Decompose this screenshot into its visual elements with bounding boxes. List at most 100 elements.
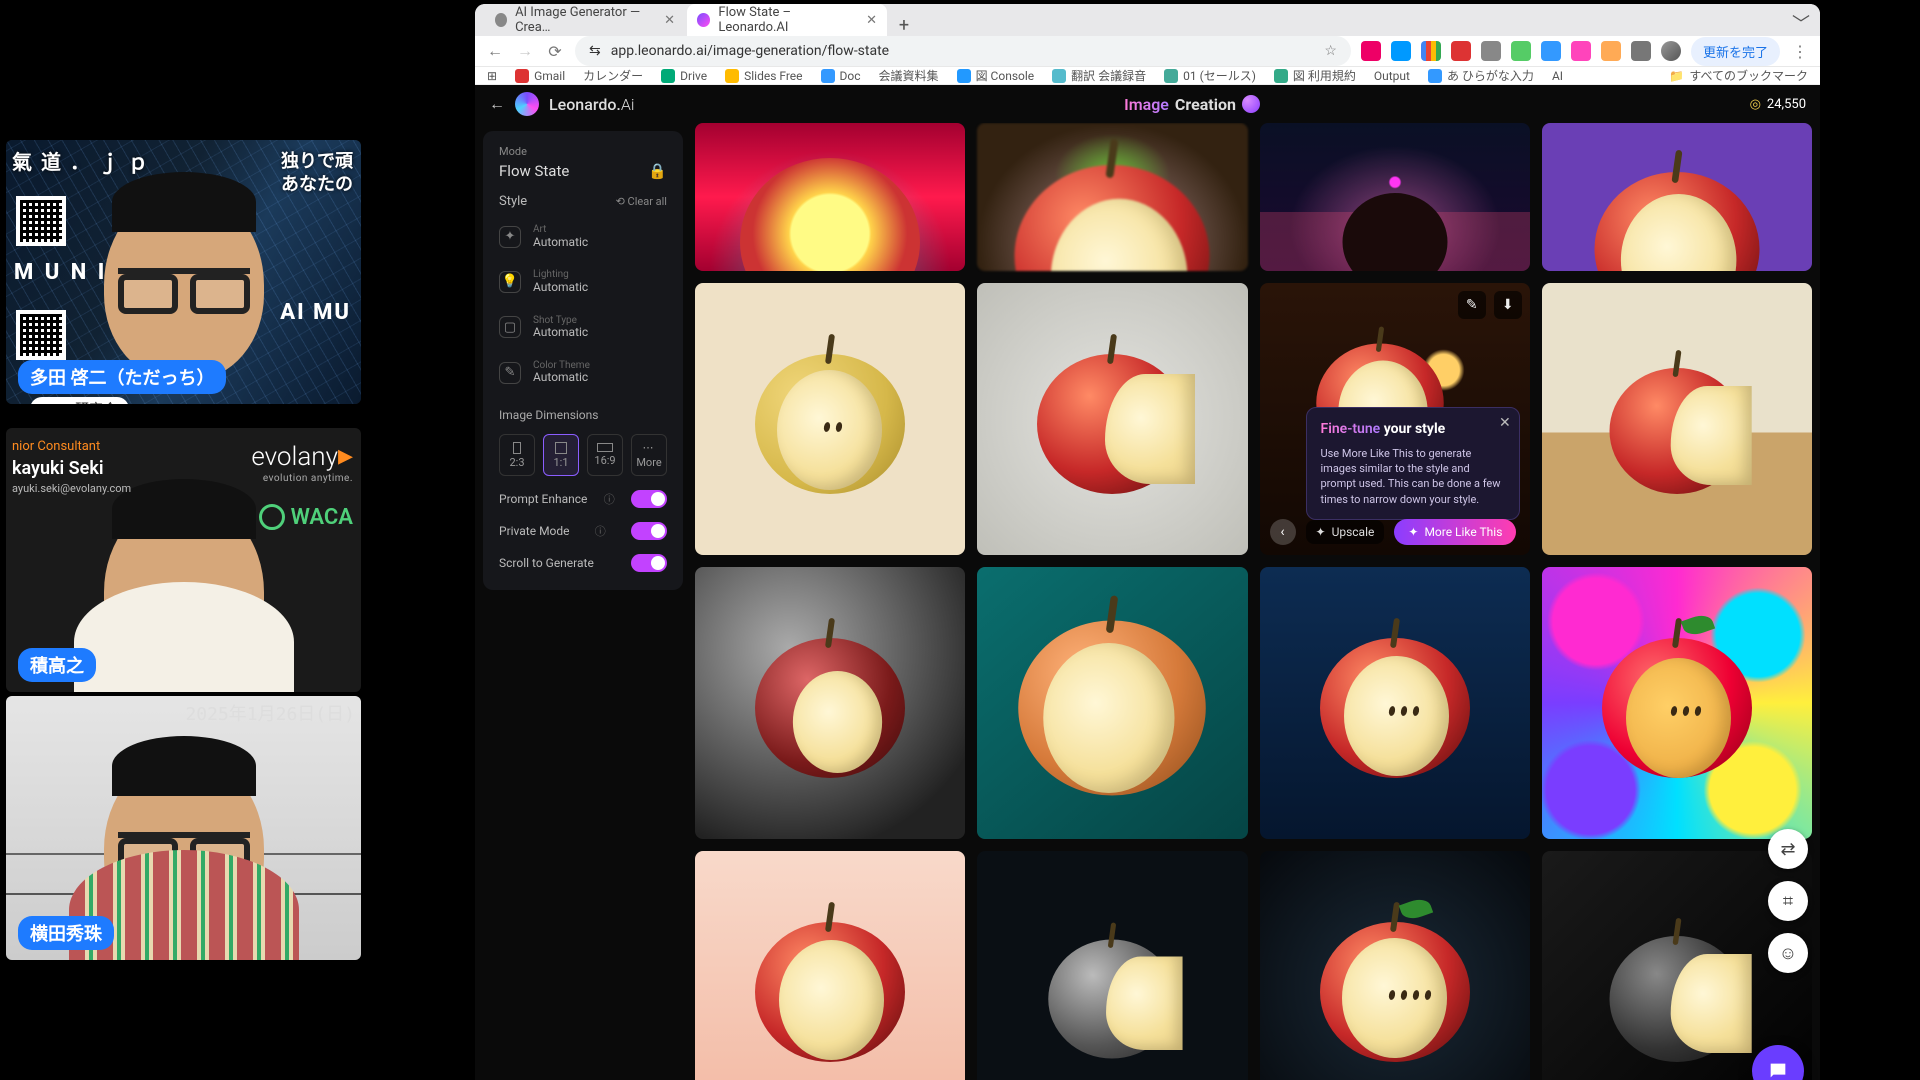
dim-16-9[interactable]: 16:9 bbox=[587, 434, 623, 476]
webcam-column: 氣 道 ． ｊ ｐ M U N I 独りで頑 あなたの AI MU 多田 啓二（… bbox=[6, 140, 361, 960]
extension-icon[interactable] bbox=[1421, 41, 1441, 61]
extension-icon[interactable] bbox=[1571, 41, 1591, 61]
bookmark-item[interactable]: 01 (セールス) bbox=[1164, 67, 1256, 84]
bookmarks-bar: ⊞ Gmail カレンダー Drive Slides Free Doc 会議資料… bbox=[475, 67, 1820, 85]
gallery-image[interactable] bbox=[1260, 567, 1530, 839]
extension-icon[interactable] bbox=[1541, 41, 1561, 61]
sidebar-mode-label: Mode bbox=[499, 145, 667, 158]
edit-image-button[interactable]: ✎ bbox=[1458, 291, 1486, 319]
cam2-name: 積高之 bbox=[18, 648, 96, 682]
address-bar: ← → ⟳ ⇆ app.leonardo.ai/image-generation… bbox=[475, 36, 1820, 67]
browser-tab-active[interactable]: Flow State – Leonardo.AI ✕ bbox=[687, 4, 887, 36]
sidebar-mode[interactable]: Flow State 🔒 bbox=[499, 162, 667, 180]
gallery-image[interactable] bbox=[1260, 851, 1530, 1080]
gallery-image[interactable] bbox=[695, 283, 965, 555]
extension-icon[interactable] bbox=[1631, 41, 1651, 61]
browser-tab[interactable]: AI Image Generator — Crea… ✕ bbox=[485, 4, 685, 36]
cam1-muni: M U N I bbox=[14, 260, 107, 285]
gallery-image[interactable] bbox=[977, 123, 1247, 271]
cam2-identity: nior Consultant kayuki Seki ayuki.seki@e… bbox=[12, 438, 131, 497]
close-tab-icon[interactable]: ✕ bbox=[866, 13, 877, 28]
upscale-button[interactable]: ✦ Upscale bbox=[1306, 520, 1385, 544]
help-fab[interactable]: ☺ bbox=[1768, 933, 1808, 973]
download-image-button[interactable]: ⬇ bbox=[1494, 291, 1522, 319]
cam2-brand: evolany▸ evolution anytime. WACA bbox=[251, 438, 353, 530]
lock-icon: ⇆ bbox=[589, 43, 601, 59]
gallery-image[interactable] bbox=[977, 567, 1247, 839]
new-tab-button[interactable]: + bbox=[889, 15, 919, 36]
grid-fab[interactable]: ⌗ bbox=[1768, 881, 1808, 921]
extension-icon[interactable] bbox=[1481, 41, 1501, 61]
bookmark-star-icon[interactable]: ☆ bbox=[1324, 43, 1337, 59]
header-mode[interactable]: Image Creation bbox=[644, 95, 1739, 114]
url-input[interactable]: ⇆ app.leonardo.ai/image-generation/flow-… bbox=[575, 36, 1351, 66]
extension-icon[interactable] bbox=[1451, 41, 1471, 61]
apps-icon[interactable]: ⊞ bbox=[487, 69, 497, 83]
toggle-scroll-generate[interactable]: Scroll to Generate bbox=[499, 550, 667, 572]
sparkle-icon: ✦ bbox=[1408, 525, 1418, 539]
more-like-this-button[interactable]: ✦ More Like This bbox=[1394, 519, 1516, 545]
bookmark-item[interactable]: 図 利用規約 bbox=[1274, 67, 1356, 84]
style-tooltip: ✕ Fine-tune your style Use More Like Thi… bbox=[1306, 407, 1520, 520]
close-popover-icon[interactable]: ✕ bbox=[1499, 414, 1511, 434]
prev-image-button[interactable]: ‹ bbox=[1270, 519, 1296, 545]
gallery-image[interactable] bbox=[977, 283, 1247, 555]
switch-icon[interactable] bbox=[631, 522, 667, 540]
nav-reload-icon[interactable]: ⟳ bbox=[545, 42, 565, 61]
bookmark-item[interactable]: あ ひらがな入力 bbox=[1428, 67, 1534, 84]
extension-icon[interactable] bbox=[1361, 41, 1381, 61]
bookmark-item[interactable]: Slides Free bbox=[725, 69, 802, 83]
extension-icon[interactable] bbox=[1391, 41, 1411, 61]
gallery-image[interactable] bbox=[977, 851, 1247, 1080]
leonardo-logo-icon bbox=[515, 92, 539, 116]
webcam-3: 2025年1月26日(日) 横田秀珠 bbox=[6, 696, 361, 960]
extension-icon[interactable] bbox=[1511, 41, 1531, 61]
tab-title: AI Image Generator — Crea… bbox=[515, 5, 656, 35]
toggle-private-mode[interactable]: Private Mode ⓘ bbox=[499, 518, 667, 540]
gallery-image[interactable] bbox=[695, 567, 965, 839]
switch-icon[interactable] bbox=[631, 554, 667, 572]
gallery-image-active[interactable]: ✎ ⬇ ✕ Fine-tune your style Use More Like… bbox=[1260, 283, 1530, 555]
bookmark-item[interactable]: AI bbox=[1552, 69, 1563, 83]
bookmark-item[interactable]: Output bbox=[1374, 69, 1410, 83]
style-shot-type[interactable]: ▢ Shot TypeAutomatic bbox=[499, 310, 667, 345]
gallery-image[interactable] bbox=[1260, 123, 1530, 271]
all-bookmarks-button[interactable]: 📁 すべてのブックマーク bbox=[1669, 67, 1808, 84]
bookmark-item[interactable]: Doc bbox=[821, 69, 861, 83]
dimensions-title: Image Dimensions bbox=[499, 408, 667, 422]
browser-menu-icon[interactable]: ⋮ bbox=[1790, 42, 1810, 61]
app-back-icon[interactable]: ← bbox=[489, 94, 505, 114]
profile-avatar-icon[interactable] bbox=[1661, 41, 1681, 61]
close-tab-icon[interactable]: ✕ bbox=[664, 13, 675, 28]
gallery-image[interactable] bbox=[695, 851, 965, 1080]
dim-1-1[interactable]: 1:1 bbox=[543, 434, 579, 476]
browser-update-button[interactable]: 更新を完了 bbox=[1691, 37, 1780, 66]
window-dropdown-icon[interactable]: ﹀ bbox=[1792, 10, 1810, 36]
dim-2-3[interactable]: 2:3 bbox=[499, 434, 535, 476]
toggle-prompt-enhance[interactable]: Prompt Enhance ⓘ bbox=[499, 486, 667, 508]
bookmark-item[interactable]: 図 Console bbox=[957, 67, 1035, 84]
style-art[interactable]: ✦ ArtAutomatic bbox=[499, 219, 667, 254]
clear-all-button[interactable]: ⟲ Clear all bbox=[616, 195, 667, 208]
style-color-theme[interactable]: ✎ Color ThemeAutomatic bbox=[499, 355, 667, 390]
nav-forward-icon[interactable]: → bbox=[515, 41, 535, 61]
mode-selector-icon[interactable] bbox=[1242, 95, 1260, 113]
gallery-image[interactable] bbox=[1542, 283, 1812, 555]
bookmark-item[interactable]: 翻訳 会議録音 bbox=[1052, 67, 1146, 84]
gallery-image[interactable] bbox=[1542, 123, 1812, 271]
bookmark-item[interactable]: 会議資料集 bbox=[879, 67, 939, 84]
gallery-image[interactable] bbox=[1542, 567, 1812, 839]
lock-icon: 🔒 bbox=[648, 162, 667, 180]
nav-back-icon[interactable]: ← bbox=[485, 41, 505, 61]
bookmark-item[interactable]: カレンダー bbox=[583, 67, 643, 84]
dim-more[interactable]: ⋯ More bbox=[631, 434, 667, 476]
switch-icon[interactable] bbox=[631, 490, 667, 508]
translate-fab[interactable]: ⇄ bbox=[1768, 829, 1808, 869]
style-lighting[interactable]: 💡 LightingAutomatic bbox=[499, 264, 667, 299]
bookmark-item[interactable]: Gmail bbox=[515, 69, 565, 83]
gallery-image[interactable] bbox=[695, 123, 965, 271]
credits-counter[interactable]: ◎ 24,550 bbox=[1750, 97, 1806, 112]
cam1-slogan: 独りで頑 あなたの bbox=[281, 150, 353, 197]
bookmark-item[interactable]: Drive bbox=[661, 69, 707, 83]
extension-icon[interactable] bbox=[1601, 41, 1621, 61]
